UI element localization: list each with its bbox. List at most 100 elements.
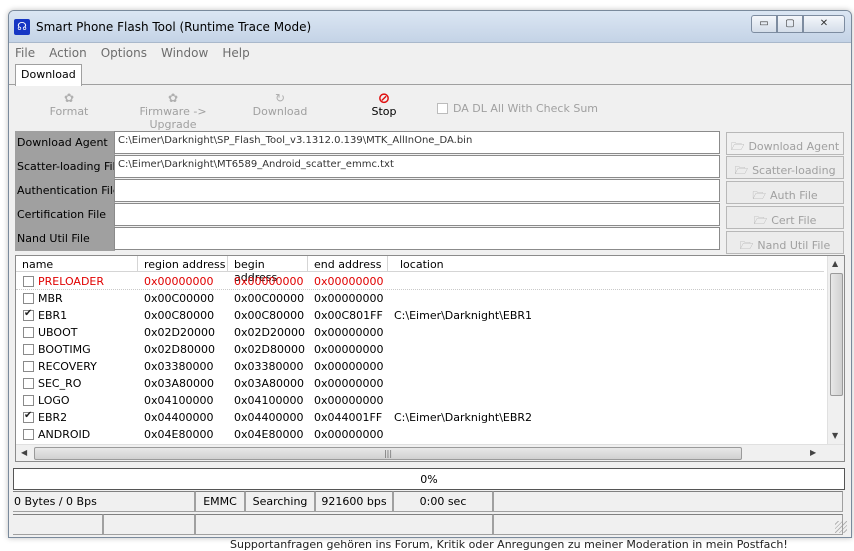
- table-row[interactable]: UBOOT 0x02D20000 0x02D20000 0x00000000: [16, 324, 824, 341]
- table-row[interactable]: RECOVERY 0x03380000 0x03380000 0x00000000: [16, 358, 824, 375]
- format-button[interactable]: ✿ Format: [47, 91, 91, 118]
- auth-button[interactable]: 🗁 Auth File: [726, 181, 844, 204]
- begin-address-cell: 0x04E80000: [234, 428, 304, 441]
- menu-file[interactable]: File: [15, 46, 35, 60]
- cert-button[interactable]: 🗁 Cert File: [726, 206, 844, 229]
- table-row[interactable]: EBR2 0x04400000 0x04400000 0x044001FF C:\Eim…: [16, 409, 824, 426]
- end-address-cell: 0x00000000: [314, 343, 384, 356]
- partition-checkbox[interactable]: [23, 308, 34, 321]
- region-address-cell: 0x03A80000: [144, 377, 215, 390]
- resize-grip-icon[interactable]: [835, 521, 847, 533]
- vertical-scroll-thumb[interactable]: [830, 273, 843, 396]
- horizontal-scroll-thumb[interactable]: |||: [34, 447, 742, 460]
- da-checksum-checkbox[interactable]: DA DL All With Check Sum: [437, 102, 598, 115]
- partition-name-cell: UBOOT: [23, 326, 77, 339]
- download-agent-button[interactable]: 🗁 Download Agent: [726, 132, 844, 155]
- menu-options[interactable]: Options: [101, 46, 147, 60]
- file-row-auth: Authentication File 🗁 Auth File: [15, 179, 844, 204]
- status-empty-3: [103, 514, 195, 535]
- scatter-label: Scatter-loading File: [15, 155, 115, 179]
- cert-field[interactable]: [114, 203, 720, 226]
- status-state: Searching: [245, 491, 315, 512]
- location-cell: C:\Eimer\Darknight\EBR2: [394, 411, 533, 424]
- column-begin-address[interactable]: begin address: [228, 256, 308, 284]
- table-row[interactable]: ANDROID 0x04E80000 0x04E80000 0x00000000: [16, 426, 824, 443]
- stop-button[interactable]: ⊘ Stop: [367, 91, 401, 119]
- menu-window[interactable]: Window: [161, 46, 208, 60]
- region-address-cell: 0x00C00000: [144, 292, 215, 305]
- scroll-down-icon[interactable]: ▼: [832, 431, 838, 440]
- column-name[interactable]: name: [16, 256, 138, 272]
- region-address-cell: 0x02D20000: [144, 326, 215, 339]
- firmware-upgrade-button[interactable]: ✿ Firmware -> Upgrade: [121, 91, 225, 131]
- partition-checkbox[interactable]: [23, 344, 34, 355]
- partition-name-cell: LOGO: [23, 394, 70, 407]
- nand-field[interactable]: [114, 227, 720, 250]
- table-body: PRELOADER 0x00000000 0x00000000 0x00000000 M…: [16, 273, 824, 443]
- partition-checkbox[interactable]: [23, 327, 34, 338]
- progress-text: 0%: [420, 473, 438, 486]
- partition-name: PRELOADER: [38, 275, 105, 288]
- partition-checkbox[interactable]: [23, 361, 34, 372]
- partition-name: ANDROID: [38, 428, 91, 441]
- end-address-cell: 0x00000000: [314, 377, 384, 390]
- partition-checkbox[interactable]: [23, 410, 34, 423]
- end-address-cell: 0x044001FF: [314, 411, 383, 424]
- auth-field[interactable]: [114, 179, 720, 202]
- end-address-cell: 0x00000000: [314, 360, 384, 373]
- vertical-scrollbar[interactable]: ▲ ▼: [827, 256, 844, 445]
- column-end-address[interactable]: end address: [308, 256, 388, 272]
- table-row[interactable]: MBR 0x00C00000 0x00C00000 0x00000000: [16, 290, 824, 307]
- folder-icon: 🗁: [753, 214, 768, 227]
- format-label: Format: [49, 105, 89, 118]
- download-icon: ↻: [274, 91, 286, 105]
- partition-name: LOGO: [38, 394, 70, 407]
- table-row[interactable]: LOGO 0x04100000 0x04100000 0x00000000: [16, 392, 824, 409]
- folder-icon: 🗁: [734, 164, 749, 177]
- window-title: Smart Phone Flash Tool (Runtime Trace Mo…: [36, 20, 312, 34]
- app-icon: ☊: [14, 19, 30, 35]
- scroll-right-icon[interactable]: ▶: [810, 448, 816, 457]
- maximize-button[interactable]: ▢: [777, 15, 803, 33]
- download-button[interactable]: ↻ Download: [252, 91, 308, 118]
- partition-name-cell: SEC_RO: [23, 377, 81, 390]
- end-address-cell: 0x00000000: [314, 394, 384, 407]
- column-region-address[interactable]: region address: [138, 256, 228, 272]
- da-checksum-label: DA DL All With Check Sum: [453, 102, 599, 115]
- partition-name-cell: ANDROID: [23, 428, 90, 441]
- partition-checkbox[interactable]: [23, 293, 34, 304]
- partition-checkbox[interactable]: [23, 395, 34, 406]
- folder-icon: 🗁: [730, 140, 745, 153]
- table-row[interactable]: BOOTIMG 0x02D80000 0x02D80000 0x00000000: [16, 341, 824, 358]
- menu-help[interactable]: Help: [222, 46, 249, 60]
- table-row[interactable]: SEC_RO 0x03A80000 0x03A80000 0x00000000: [16, 375, 824, 392]
- partition-name: EBR2: [38, 411, 68, 424]
- window-controls: ▭ ▢ ✕: [751, 15, 845, 33]
- menu-bar: File Action Options Window Help: [9, 43, 851, 63]
- app-window: ☊ Smart Phone Flash Tool (Runtime Trace …: [8, 10, 852, 538]
- table-row[interactable]: EBR1 0x00C80000 0x00C80000 0x00C801FF C:\Eim…: [16, 307, 824, 324]
- end-address-cell: 0x00000000: [314, 275, 384, 288]
- table-row[interactable]: PRELOADER 0x00000000 0x00000000 0x00000000: [16, 273, 824, 290]
- region-address-cell: 0x02D80000: [144, 343, 215, 356]
- minimize-button[interactable]: ▭: [751, 15, 777, 33]
- scatter-button[interactable]: 🗁 Scatter-loading: [726, 156, 844, 179]
- partition-checkbox[interactable]: [23, 378, 34, 389]
- scatter-field[interactable]: C:\Eimer\Darknight\MT6589_Android_scatte…: [114, 155, 720, 178]
- partition-name-cell: MBR: [23, 292, 63, 305]
- column-location[interactable]: location: [388, 256, 824, 272]
- partition-checkbox[interactable]: [23, 276, 34, 287]
- menu-action[interactable]: Action: [49, 46, 87, 60]
- auth-button-label: Auth File: [769, 189, 818, 202]
- nand-button[interactable]: 🗁 Nand Util File: [726, 231, 844, 254]
- scroll-left-icon[interactable]: ◀: [21, 448, 27, 457]
- tab-download[interactable]: Download: [15, 64, 82, 86]
- download-agent-field[interactable]: C:\Eimer\Darknight\SP_Flash_Tool_v3.1312…: [114, 131, 720, 154]
- region-address-cell: 0x03380000: [144, 360, 214, 373]
- horizontal-scrollbar[interactable]: ◀ ||| ▶: [16, 444, 844, 461]
- scroll-up-icon[interactable]: ▲: [832, 259, 838, 268]
- end-address-cell: 0x00000000: [314, 428, 384, 441]
- partition-checkbox[interactable]: [23, 429, 34, 440]
- file-row-cert: Certification File 🗁 Cert File: [15, 203, 844, 229]
- close-button[interactable]: ✕: [803, 15, 845, 33]
